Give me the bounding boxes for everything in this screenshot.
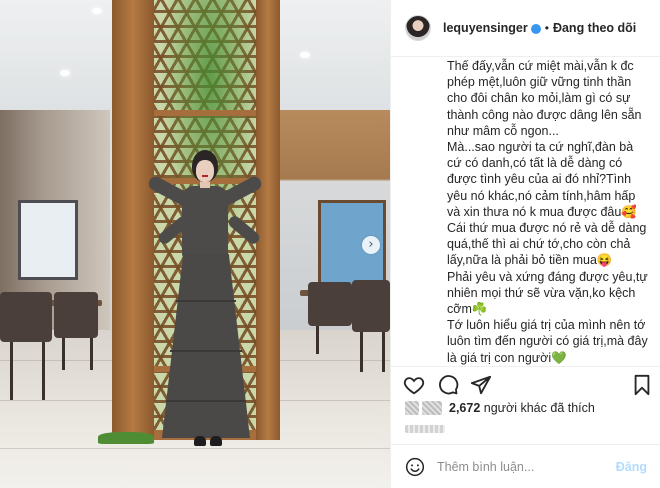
ceiling-light	[300, 52, 310, 58]
post-header: lequyensinger • Đang theo dõi	[391, 0, 660, 57]
photo-chair	[0, 292, 52, 342]
post-comment-button[interactable]: Đăng	[616, 460, 647, 474]
photo-chair	[308, 282, 352, 326]
caption-paragraph: Tớ luôn hiểu giá trị của mình nên tớ luô…	[447, 318, 648, 365]
photo-person	[138, 150, 278, 460]
avatar[interactable]	[405, 15, 431, 41]
username-link[interactable]: lequyensinger	[443, 21, 528, 35]
emoji-icon[interactable]	[405, 457, 425, 477]
ceiling-light	[92, 8, 102, 14]
verified-badge-icon	[530, 24, 541, 34]
bookmark-icon[interactable]	[631, 374, 653, 396]
likes-summary[interactable]: 2,672 người khác đã thích	[405, 401, 595, 415]
caption-paragraph: Mà...sao người ta cứ nghĩ,đàn bà cứ có d…	[447, 140, 637, 219]
blurred-name	[422, 401, 442, 415]
post-photo[interactable]: ›	[0, 0, 390, 488]
heart-icon[interactable]	[403, 374, 425, 396]
comment-input[interactable]	[437, 459, 616, 474]
likes-text: 2,672 người khác đã thích	[449, 401, 595, 415]
photo-chair	[54, 292, 98, 338]
comment-bar: Đăng	[391, 444, 660, 488]
likes-label: người khác đã thích	[483, 401, 595, 415]
ceiling-light	[60, 70, 70, 76]
action-bar	[391, 366, 660, 400]
likes-count: 2,672	[449, 401, 481, 415]
post-side-panel: lequyensinger • Đang theo dõi Thế đấy,vẫ…	[390, 0, 660, 488]
caption-paragraph: Cái thứ mua được nó rẻ và dễ dàng quá,th…	[447, 221, 647, 268]
photo-chair	[352, 280, 390, 332]
blurred-timestamp	[405, 425, 445, 433]
caption-paragraph: Thế đấy,vẫn cứ miệt mài,vẫn k đc phép mệ…	[447, 59, 642, 138]
chevron-right-icon[interactable]: ›	[362, 236, 380, 254]
separator-dot: •	[544, 21, 549, 35]
share-icon[interactable]	[470, 374, 492, 396]
blurred-avatar	[405, 401, 419, 415]
comment-icon[interactable]	[437, 374, 459, 396]
photo-window	[18, 200, 78, 280]
caption-paragraph: Phải yêu và xứng đáng được yêu,tự nhiên …	[447, 269, 648, 317]
caption: Thế đấy,vẫn cứ miệt mài,vẫn k đc phép mệ…	[391, 58, 660, 368]
following-button[interactable]: Đang theo dõi	[553, 21, 636, 35]
